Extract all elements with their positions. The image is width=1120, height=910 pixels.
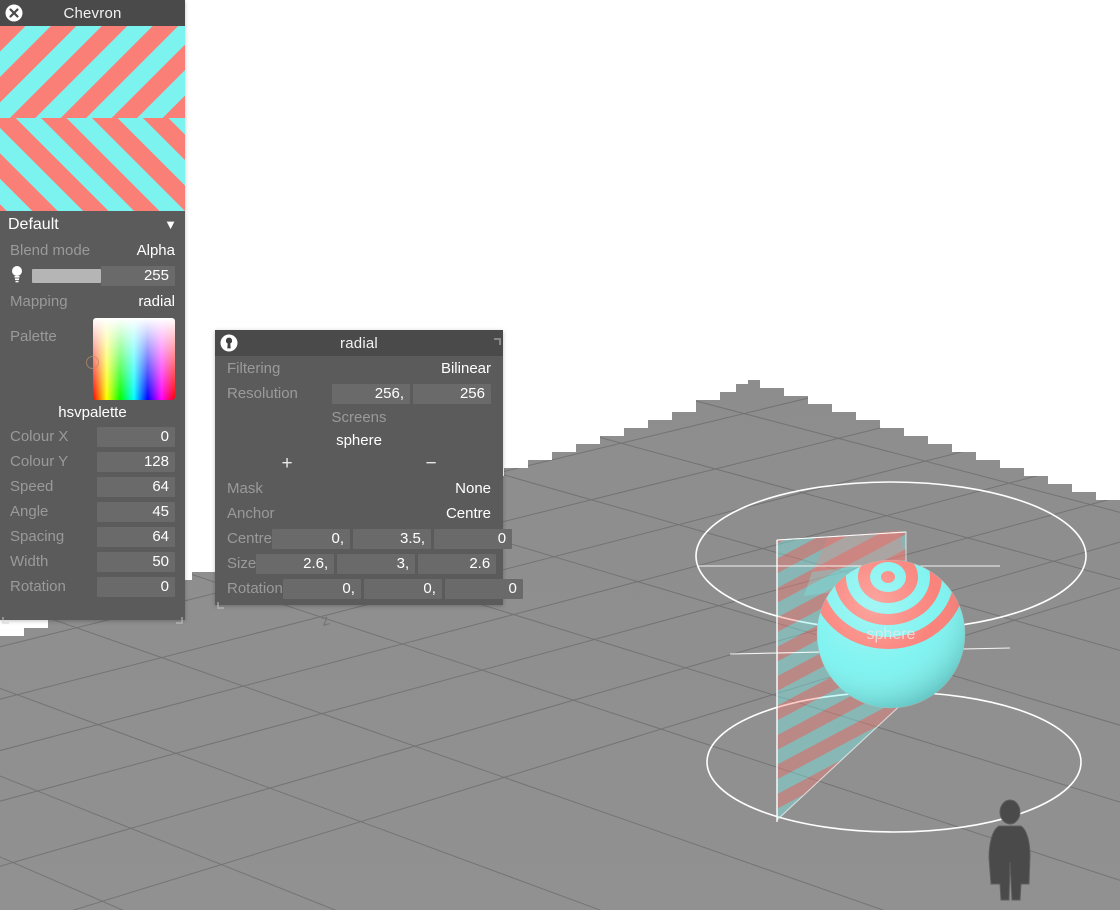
rotation-y-field[interactable]: 0, xyxy=(363,578,442,599)
resolution-row[interactable]: Resolution 256, 256 xyxy=(215,381,503,406)
resolution-label: Resolution xyxy=(227,385,298,402)
chevron-down-icon[interactable]: ▼ xyxy=(164,217,177,232)
chevron-panel[interactable]: Chevron Default ▼ Blend mode Alpha 255 M… xyxy=(0,0,185,624)
screens-add-remove-bar: + − xyxy=(215,452,503,476)
param-label: Rotation xyxy=(10,578,66,595)
size-y-field[interactable]: 3, xyxy=(337,553,416,574)
size-label: Size xyxy=(227,555,257,572)
centre-z-field[interactable]: 0 xyxy=(434,528,513,549)
size-x-field[interactable]: 2.6, xyxy=(256,553,335,574)
anchor-row[interactable]: Anchor Centre xyxy=(215,501,503,526)
param-value-field[interactable]: 64 xyxy=(97,476,175,497)
param-label: Colour X xyxy=(10,428,69,445)
close-icon[interactable] xyxy=(4,3,24,23)
param-label: Width xyxy=(10,553,49,570)
brightness-row[interactable]: 255 xyxy=(0,263,185,289)
blend-mode-value[interactable]: Alpha xyxy=(137,242,175,259)
remove-screen-button[interactable]: − xyxy=(359,452,503,476)
mask-label: Mask xyxy=(227,480,263,497)
param-row-colour-x[interactable]: Colour X 0 xyxy=(0,424,185,449)
filtering-row[interactable]: Filtering Bilinear xyxy=(215,356,503,381)
palette-row: Palette xyxy=(0,314,185,402)
filtering-label: Filtering xyxy=(227,360,281,377)
radial-panel[interactable]: radial Filtering Bilinear Resolution 256… xyxy=(215,330,523,609)
screen-list-item-sphere[interactable]: sphere xyxy=(215,429,503,452)
resolution-x-field[interactable]: 256, xyxy=(332,383,410,404)
resolution-y-field[interactable]: 256 xyxy=(413,383,491,404)
chevron-panel-title: Chevron xyxy=(63,4,122,22)
resize-handle-bottom-right[interactable] xyxy=(176,611,183,624)
param-row-width[interactable]: Width 50 xyxy=(0,549,185,574)
param-value-field[interactable]: 0 xyxy=(97,426,175,447)
rotation-label: Rotation xyxy=(227,580,283,597)
centre-row[interactable]: Centre 0, 3.5, 0 xyxy=(215,526,513,551)
resize-handle-bottom-left[interactable] xyxy=(2,611,9,624)
brightness-slider-fill xyxy=(32,269,102,283)
radial-panel-titlebar[interactable]: radial xyxy=(215,330,503,356)
blend-mode-row[interactable]: Blend mode Alpha xyxy=(0,238,185,263)
palette-swatch[interactable] xyxy=(86,318,175,400)
anchor-value[interactable]: Centre xyxy=(446,505,491,522)
alpha-field[interactable]: 255 xyxy=(101,266,175,286)
rotation-row[interactable]: Rotation 0, 0, 0 xyxy=(215,576,523,601)
mask-value[interactable]: None xyxy=(455,480,491,497)
param-value-field[interactable]: 0 xyxy=(97,576,175,597)
radial-panel-title: radial xyxy=(340,334,378,352)
param-value-field[interactable]: 128 xyxy=(97,451,175,472)
param-row-spacing[interactable]: Spacing 64 xyxy=(0,524,185,549)
blend-mode-label: Blend mode xyxy=(10,242,91,259)
size-z-field[interactable]: 2.6 xyxy=(418,553,497,574)
mask-row[interactable]: Mask None xyxy=(215,476,503,501)
resize-handle-bottom-left-radial[interactable] xyxy=(217,596,224,609)
screens-label: Screens xyxy=(331,409,387,426)
centre-y-field[interactable]: 3.5, xyxy=(353,528,432,549)
chevron-panel-titlebar[interactable]: Chevron xyxy=(0,0,185,26)
centre-x-field[interactable]: 0, xyxy=(272,528,351,549)
add-screen-button[interactable]: + xyxy=(215,452,359,476)
size-row[interactable]: Size 2.6, 3, 2.6 xyxy=(215,551,503,576)
rotation-x-field[interactable]: 0, xyxy=(282,578,361,599)
param-label: Angle xyxy=(10,503,49,520)
param-row-colour-y[interactable]: Colour Y 128 xyxy=(0,449,185,474)
anchor-label: Anchor xyxy=(227,505,275,522)
preset-name: Default xyxy=(8,215,59,233)
lightbulb-icon xyxy=(10,265,24,288)
param-value-field[interactable]: 50 xyxy=(97,551,175,572)
palette-name: hsvpalette xyxy=(58,404,127,421)
chevron-pattern-preview[interactable] xyxy=(0,26,185,211)
param-label: Spacing xyxy=(10,528,65,545)
preset-selector[interactable]: Default ▼ xyxy=(0,211,185,238)
rotation-z-field[interactable]: 0 xyxy=(444,578,523,599)
mapping-row[interactable]: Mapping radial xyxy=(0,289,185,314)
brightness-slider[interactable] xyxy=(32,269,102,283)
hsv-gradient xyxy=(93,318,175,400)
palette-label: Palette xyxy=(10,328,57,345)
resize-handle-top-right[interactable] xyxy=(494,332,501,345)
palette-marker-icon[interactable] xyxy=(86,356,99,369)
mapping-label: Mapping xyxy=(10,293,68,310)
pin-icon[interactable] xyxy=(219,333,239,353)
param-label: Colour Y xyxy=(10,453,69,470)
param-value-field[interactable]: 64 xyxy=(97,526,175,547)
centre-label: Centre xyxy=(227,530,273,547)
mapping-value[interactable]: radial xyxy=(138,293,175,310)
object-label-sphere: sphere xyxy=(867,626,916,643)
param-label: Speed xyxy=(10,478,54,495)
param-value-field[interactable]: 45 xyxy=(97,501,175,522)
param-row-angle[interactable]: Angle 45 xyxy=(0,499,185,524)
filtering-value[interactable]: Bilinear xyxy=(441,360,491,377)
param-row-speed[interactable]: Speed 64 xyxy=(0,474,185,499)
param-row-rotation[interactable]: Rotation 0 xyxy=(0,574,185,599)
